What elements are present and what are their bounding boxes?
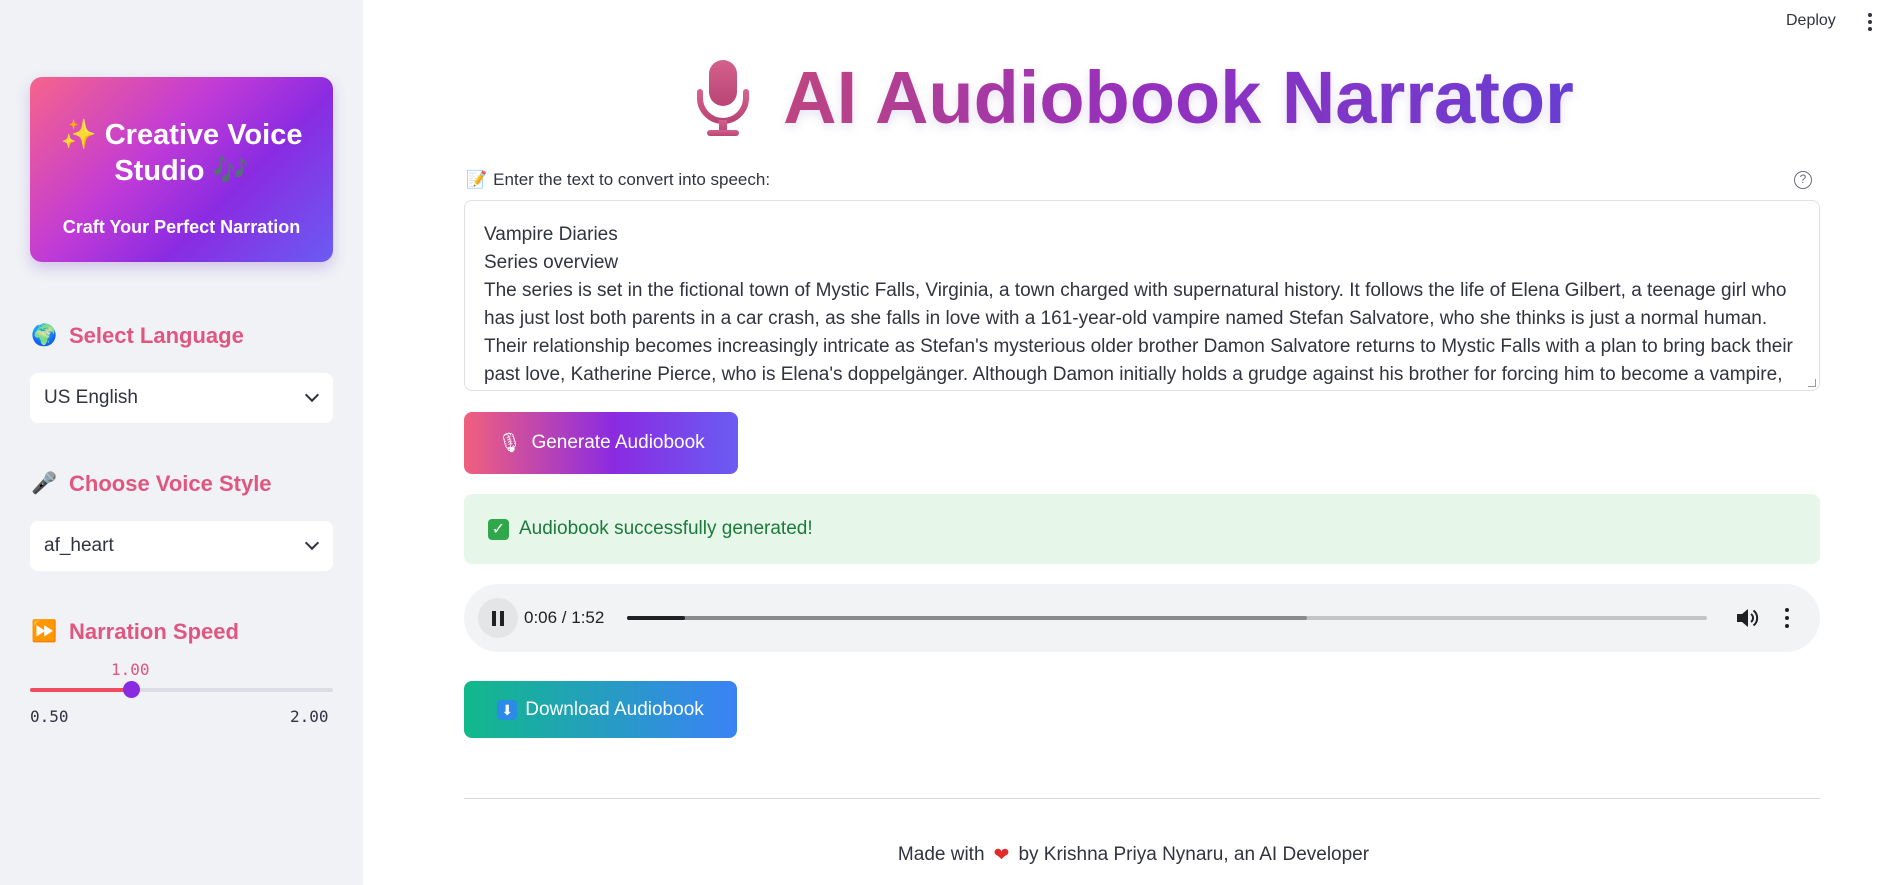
memo-icon: 📝	[466, 170, 488, 189]
language-select[interactable]: US English	[30, 373, 333, 423]
language-select-value: US English	[44, 387, 138, 408]
music-notes-icon: 🎶	[212, 155, 249, 187]
page-title-text: AI Audiobook Narrator	[783, 56, 1574, 139]
microphone-icon: 🎤	[31, 472, 58, 495]
kebab-menu-icon[interactable]	[1866, 13, 1874, 31]
language-label: 🌍 Select Language	[31, 323, 244, 348]
voice-select-value: af_heart	[44, 535, 114, 556]
resize-handle-icon[interactable]	[1808, 379, 1816, 387]
fast-forward-icon: ⏩	[31, 620, 58, 643]
volume-icon[interactable]	[1735, 607, 1759, 629]
studio-microphone-icon: 🎙	[497, 433, 522, 454]
playback-time: 0:06 / 1:52	[524, 608, 605, 627]
heart-icon: ❤	[993, 845, 1010, 866]
deploy-button[interactable]: Deploy	[1786, 12, 1836, 30]
footer: Made with ❤ by Krishna Priya Nynaru, an …	[0, 844, 1904, 867]
pause-icon[interactable]	[478, 598, 518, 638]
speed-slider-thumb[interactable]	[122, 681, 140, 698]
speed-slider-value: 1.00	[111, 660, 150, 679]
text-input-label: 📝 Enter the text to convert into speech:	[466, 170, 771, 189]
text-input-line: The series is set in the fictional town …	[484, 280, 1793, 385]
voice-select[interactable]: af_heart	[30, 521, 333, 571]
help-icon[interactable]: ?	[1794, 171, 1812, 189]
globe-icon: 🌍	[31, 324, 58, 347]
success-message: Audiobook successfully generated!	[519, 518, 813, 539]
success-alert: ✓ Audiobook successfully generated!	[464, 494, 1820, 564]
speed-slider-max: 2.00	[290, 707, 329, 726]
check-mark-icon: ✓	[488, 518, 509, 540]
chevron-down-icon	[304, 387, 320, 403]
speed-slider-min: 0.50	[30, 707, 69, 726]
buffered-progress	[627, 616, 1308, 620]
microphone-icon	[697, 60, 750, 136]
text-input-line: Vampire Diaries	[484, 224, 618, 245]
voice-label: 🎤 Choose Voice Style	[31, 471, 272, 496]
divider	[464, 798, 1820, 799]
footer-prefix: Made with	[897, 844, 985, 865]
text-input-area[interactable]: Vampire Diaries Series overview The series…	[464, 200, 1820, 391]
chevron-down-icon	[304, 535, 320, 551]
more-options-icon[interactable]	[1784, 608, 1790, 628]
speed-slider-fill	[30, 688, 131, 692]
download-audiobook-button[interactable]: ⬇ Download Audiobook	[464, 681, 737, 738]
audio-player: 0:06 / 1:52	[464, 584, 1820, 652]
footer-suffix: by Krishna Priya Nynaru, an AI Developer	[1018, 844, 1370, 865]
generate-audiobook-button[interactable]: 🎙 Generate Audiobook	[464, 412, 738, 474]
down-arrow-icon: ⬇	[497, 699, 518, 720]
playback-progress-bar[interactable]	[627, 616, 1707, 620]
text-input-line: Series overview	[484, 252, 619, 273]
played-progress	[627, 616, 686, 620]
speed-label: ⏩ Narration Speed	[31, 619, 239, 644]
brand-subtitle: Craft Your Perfect Narration	[62, 217, 301, 237]
page-title: AI Audiobook Narrator	[0, 55, 1904, 141]
